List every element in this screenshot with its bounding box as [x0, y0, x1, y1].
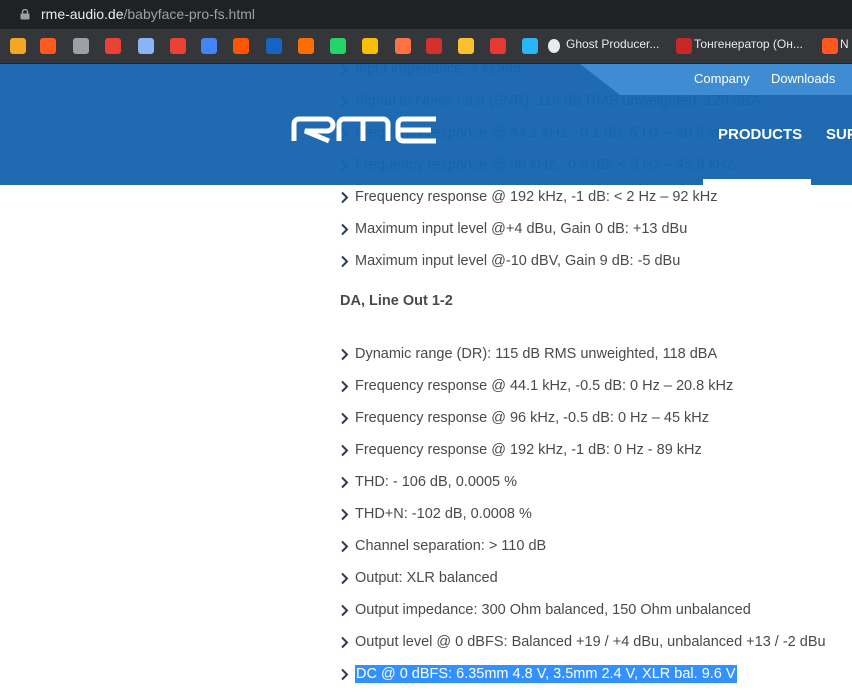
nav-link-company[interactable]: Company [694, 71, 750, 86]
k-icon[interactable] [298, 38, 314, 54]
bookmark-label[interactable]: N [840, 37, 849, 51]
chevron-right-icon [341, 348, 349, 360]
bookmark-label[interactable]: Ghost Producer... [566, 37, 659, 51]
sparkle-icon[interactable] [138, 38, 154, 54]
spec-text: Maximum input level @-10 dBV, Gain 9 dB:… [355, 253, 681, 269]
spec-text: Frequency response @ 192 kHz, -1 dB: 0 H… [355, 442, 702, 458]
chevron-right-icon [341, 572, 349, 584]
chevron-right-icon [341, 380, 349, 392]
spec-item: THD: - 106 dB, 0.0005 % [340, 471, 517, 493]
nav-support[interactable]: SUP [826, 126, 852, 143]
spec-text: THD+N: -102 dB, 0.0008 % [355, 506, 532, 522]
mail-icon[interactable] [10, 38, 26, 54]
spec-item: Output impedance: 300 Ohm balanced, 150 … [340, 599, 751, 621]
blogger-icon[interactable] [822, 38, 838, 54]
nav-products[interactable]: PRODUCTS [718, 126, 802, 143]
chevron-right-icon [341, 668, 349, 680]
spec-text: Frequency response @ 44.1 kHz, -0.5 dB: … [355, 378, 734, 394]
spec-text: DC @ 0 dBFS: 6.35mm 4.8 V, 3.5mm 2.4 V, … [355, 665, 737, 683]
spec-item: Frequency response @ 44.1 kHz, -0.5 dB: … [340, 375, 733, 397]
chevron-right-icon [341, 191, 349, 203]
play-icon[interactable] [362, 38, 378, 54]
spec-text: Maximum input level @+4 dBu, Gain 0 dB: … [355, 221, 688, 237]
spec-item: THD+N: -102 dB, 0.0008 % [340, 503, 532, 525]
globe-icon[interactable] [73, 38, 89, 54]
bookmark-label[interactable]: Тонгенератор (Он... [694, 37, 803, 51]
m-icon[interactable] [458, 38, 474, 54]
spec-item: Frequency response @ 96 kHz, -0.5 dB: 0 … [340, 407, 709, 429]
spec-item: Output: XLR balanced [340, 567, 498, 589]
spec-text: Output: XLR balanced [355, 570, 498, 586]
chevron-right-icon [341, 540, 349, 552]
spec-item: Channel separation: > 110 dB [340, 535, 546, 557]
aliexpress-icon[interactable] [40, 38, 56, 54]
nav-link-downloads[interactable]: Downloads [771, 71, 835, 86]
spec-text: Frequency response @ 192 kHz, -1 dB: < 2… [355, 189, 718, 205]
chevron-right-icon [341, 636, 349, 648]
nav-active-indicator [703, 179, 811, 185]
chevron-right-icon [341, 255, 349, 267]
leaf-icon[interactable] [395, 38, 411, 54]
chevron-right-icon [341, 223, 349, 235]
spec-item: Frequency response @ 192 kHz, -1 dB: 0 H… [340, 439, 702, 461]
flag-icon[interactable] [426, 38, 442, 54]
a5-icon[interactable] [170, 38, 186, 54]
spec-text: Channel separation: > 110 dB [355, 538, 547, 554]
tone-icon[interactable] [676, 38, 692, 54]
spec-text: Dynamic range (DR): 115 dB RMS unweighte… [355, 346, 718, 362]
spec-item: Dynamic range (DR): 115 dB RMS unweighte… [340, 343, 717, 365]
dots-icon[interactable] [105, 38, 121, 54]
address-bar[interactable]: rme-audio.de/babyface-pro-fs.html [0, 0, 852, 29]
spec-text: Output level @ 0 dBFS: Balanced +19 / +4… [355, 634, 826, 650]
chevron-right-icon [341, 476, 349, 488]
spec-text: Frequency response @ 96 kHz, -0.5 dB: 0 … [355, 410, 710, 426]
lock-icon[interactable] [20, 9, 30, 20]
chevron-right-icon [341, 604, 349, 616]
chevron-right-icon [341, 444, 349, 456]
spec-item: Output level @ 0 dBFS: Balanced +19 / +4… [340, 631, 826, 653]
ring-icon[interactable] [490, 38, 506, 54]
ghost-icon[interactable] [548, 39, 560, 53]
bookmarks-bar: Ghost Producer... Тонгенератор (Он... N [0, 29, 852, 64]
section-title-da: DA, Line Out 1-2 [340, 293, 453, 309]
spec-item: Maximum input level @-10 dBV, Gain 9 dB:… [340, 250, 680, 272]
spec-text: THD: - 106 dB, 0.0005 % [355, 474, 517, 490]
chevron-right-icon [341, 508, 349, 520]
translate-icon[interactable] [201, 38, 217, 54]
rme-logo[interactable] [291, 116, 439, 144]
spec-item: Maximum input level @+4 dBu, Gain 0 dB: … [340, 218, 687, 240]
chevron-right-icon [341, 412, 349, 424]
page-content: Input impedance: 7 kOhmSignal to Noise r… [0, 64, 852, 696]
spec-item: DC @ 0 dBFS: 6.35mm 4.8 V, 3.5mm 2.4 V, … [340, 663, 737, 685]
spec-text: Output impedance: 300 Ohm balanced, 150 … [355, 602, 751, 618]
url-text[interactable]: rme-audio.de/babyface-pro-fs.html [41, 6, 255, 22]
site-header: Company Downloads PRODUCTS SUP [0, 64, 852, 185]
bolt-icon[interactable] [522, 38, 538, 54]
whatsapp-icon[interactable] [330, 38, 346, 54]
di-icon[interactable] [266, 38, 282, 54]
spec-item: Frequency response @ 192 kHz, -1 dB: < 2… [340, 186, 718, 208]
soundcloud-icon[interactable] [233, 38, 249, 54]
